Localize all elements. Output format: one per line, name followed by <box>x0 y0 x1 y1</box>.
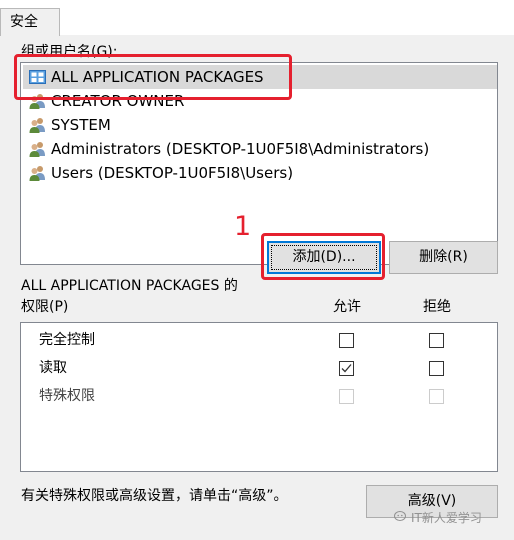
deny-column-header: 拒绝 <box>423 299 451 315</box>
allow-column-header: 允许 <box>333 299 361 315</box>
permissions-title: ALL APPLICATION PACKAGES 的 <box>21 278 238 294</box>
add-button[interactable]: 添加(D)... <box>267 241 381 274</box>
list-item-system[interactable]: SYSTEM <box>23 113 497 137</box>
allow-checkbox-read[interactable] <box>339 361 354 376</box>
security-panel: 组或用户名(G): ALL APPLICATION PACKAGES CREAT… <box>0 35 514 540</box>
watermark-text: IT新人爱学习 <box>411 511 482 525</box>
list-item-administrators[interactable]: Administrators (DESKTOP-1U0F5I8\Administ… <box>23 137 497 161</box>
checkmark-icon <box>341 364 352 373</box>
permission-row-read: 读取 <box>21 354 497 382</box>
users-icon <box>29 142 45 157</box>
remove-button-label: 删除(R) <box>419 249 468 265</box>
permissions-label: 权限(P) <box>21 299 69 315</box>
deny-checkbox-special <box>429 389 444 404</box>
users-icon <box>29 166 45 181</box>
wechat-icon <box>394 511 406 521</box>
watermark: IT新人爱学习 <box>394 510 482 526</box>
list-item-label: SYSTEM <box>51 116 111 134</box>
step-number-annotation: 1 <box>234 211 252 242</box>
list-item-label: CREATOR OWNER <box>51 92 185 110</box>
add-button-label: 添加(D)... <box>292 249 356 265</box>
users-icon <box>29 94 45 109</box>
tab-strip: 安全 <box>0 0 514 36</box>
allow-checkbox-special <box>339 389 354 404</box>
allow-checkbox-full-control[interactable] <box>339 333 354 348</box>
tab-security[interactable]: 安全 <box>0 8 60 36</box>
permission-row-special: 特殊权限 <box>21 382 497 410</box>
remove-button[interactable]: 删除(R) <box>389 241 498 274</box>
users-icon <box>29 118 45 133</box>
permission-name: 特殊权限 <box>39 388 95 404</box>
list-item-all-application-packages[interactable]: ALL APPLICATION PACKAGES <box>23 65 497 89</box>
permission-row-full-control: 完全控制 <box>21 326 497 354</box>
tab-security-label: 安全 <box>10 14 38 30</box>
app-packages-icon <box>29 70 46 84</box>
list-item-label: ALL APPLICATION PACKAGES <box>51 68 264 86</box>
advanced-hint-text: 有关特殊权限或高级设置，请单击“高级”。 <box>21 488 288 504</box>
group-user-listbox[interactable]: ALL APPLICATION PACKAGES CREATOR OWNER S… <box>20 62 498 265</box>
deny-checkbox-read[interactable] <box>429 361 444 376</box>
permission-name: 读取 <box>39 360 67 376</box>
list-item-users[interactable]: Users (DESKTOP-1U0F5I8\Users) <box>23 161 497 185</box>
list-item-label: Users (DESKTOP-1U0F5I8\Users) <box>51 164 294 182</box>
groups-label: 组或用户名(G): <box>21 44 118 60</box>
permissions-list: 完全控制 读取 特殊权限 <box>20 322 498 472</box>
deny-checkbox-full-control[interactable] <box>429 333 444 348</box>
permission-name: 完全控制 <box>39 332 95 348</box>
list-item-creator-owner[interactable]: CREATOR OWNER <box>23 89 497 113</box>
advanced-button-label: 高级(V) <box>407 493 457 509</box>
list-item-label: Administrators (DESKTOP-1U0F5I8\Administ… <box>51 140 430 158</box>
